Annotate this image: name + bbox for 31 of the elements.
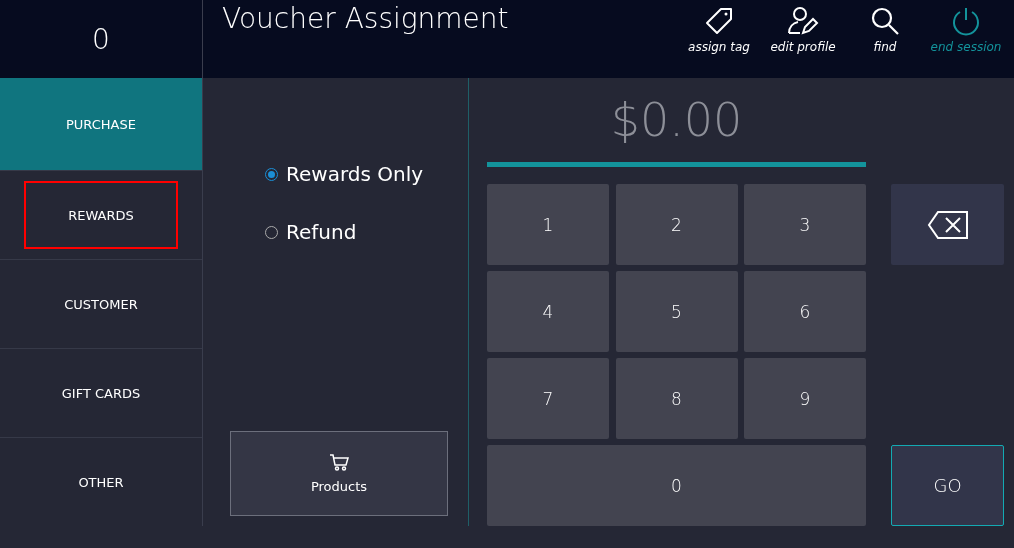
- sidebar-item[interactable]: CUSTOMER: [52, 290, 150, 318]
- keypad-key[interactable]: 8: [615, 358, 738, 439]
- find-button[interactable]: find: [848, 0, 922, 78]
- search-icon: [870, 6, 900, 36]
- tag-icon: [704, 6, 734, 36]
- keypad-key[interactable]: 6: [744, 271, 866, 352]
- keypad-key[interactable]: 3: [744, 184, 866, 265]
- cart-icon: [329, 453, 349, 471]
- radio-option[interactable]: Refund: [265, 220, 357, 244]
- user-edit-icon: [787, 6, 819, 36]
- backspace-button[interactable]: [891, 184, 1004, 265]
- sidebar-item[interactable]: OTHER: [66, 468, 136, 496]
- amount-display: $0.00: [610, 93, 743, 147]
- radio-option[interactable]: Rewards Only: [265, 162, 424, 186]
- keypad-key[interactable]: 4: [487, 271, 609, 352]
- assign-tag-button[interactable]: assign tag: [680, 0, 758, 78]
- sidebar-item[interactable]: REWARDS: [26, 183, 176, 247]
- keypad-key[interactable]: 1: [487, 184, 609, 265]
- keypad-key[interactable]: 7: [487, 358, 609, 439]
- page-title: Voucher Assignment: [221, 1, 510, 37]
- keypad-key[interactable]: 9: [744, 358, 866, 439]
- keypad-key[interactable]: 0: [487, 445, 866, 526]
- power-icon: [951, 6, 981, 36]
- end-session-button[interactable]: end session: [922, 0, 1010, 78]
- edit-profile-button[interactable]: edit profile: [758, 0, 848, 78]
- sidebar-item[interactable]: GIFT CARDS: [49, 379, 153, 407]
- keypad-key[interactable]: 5: [615, 271, 738, 352]
- products-button[interactable]: Products: [230, 431, 448, 516]
- backspace-icon: [926, 209, 969, 240]
- go-button[interactable]: GO: [891, 445, 1004, 526]
- keypad-key[interactable]: 2: [615, 184, 738, 265]
